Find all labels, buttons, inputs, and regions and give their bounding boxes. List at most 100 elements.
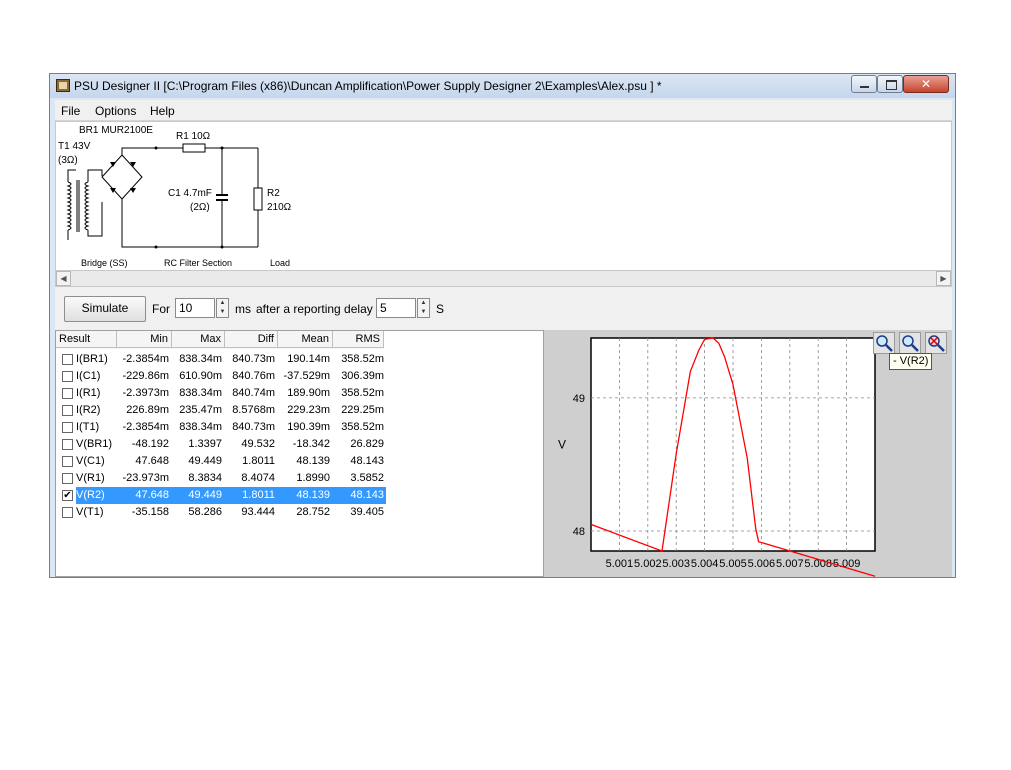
row-checkbox[interactable] [62,388,73,399]
table-row[interactable]: I(R1) -2.3973m 838.34m 840.74m 189.90m 358.52… [56,385,386,402]
simulate-button[interactable]: Simulate [64,296,146,322]
result-max: 49.449 [188,489,222,501]
result-rms: 26.829 [350,438,384,450]
series-tooltip: - V(R2) [889,353,933,370]
row-checkbox[interactable] [62,473,73,484]
result-min: -35.158 [131,506,169,518]
duration-input[interactable]: 10 [175,298,215,318]
result-mean: 189.90m [287,387,330,399]
table-row[interactable]: I(BR1) -2.3854m 838.34m 840.73m 190.14m 358.5… [56,351,386,368]
result-min: -2.3973m [122,387,169,399]
zoom-out-button[interactable] [899,332,921,354]
menu-help[interactable]: Help [150,104,175,118]
c1-resistance: (2Ω) [190,202,210,213]
chart-panel: 5.001 5.002 5.003 5.004 5.005 5.006 5.007 5.008… [544,330,952,577]
table-row[interactable]: I(R2) 226.89m 235.47m 8.5768m 229.23m 229.25m [56,402,386,419]
row-checkbox[interactable] [62,422,73,433]
result-rms: 39.405 [350,506,384,518]
result-rms: 48.143 [350,455,384,467]
bridge-label: BR1 MUR2100E [79,125,153,136]
result-name: V(BR1) [76,438,113,450]
close-button[interactable]: ✕ [903,75,949,93]
result-mean: 1.8990 [296,472,330,484]
result-rms: 48.143 [350,489,384,501]
simulation-controls: Simulate For 10 ▲ ▼ ms after a reporting … [55,287,952,330]
app-icon [56,79,70,92]
result-name: V(C1) [76,455,105,467]
result-min: 47.648 [135,455,169,467]
schematic-panel: BR1 MUR2100E T1 43V (3Ω) R1 10Ω C1 4.7mF… [55,121,952,271]
result-name: V(R1) [76,472,105,484]
delay-input[interactable]: 5 [376,298,416,318]
row-checkbox[interactable] [62,456,73,467]
menu-options[interactable]: Options [95,104,136,118]
delay-label: after a reporting delay of [256,302,387,316]
for-label: For [152,302,170,316]
table-row[interactable]: I(C1) -229.86m 610.90m 840.76m -37.529m 306.3… [56,368,386,385]
r1-label: R1 10Ω [176,131,211,142]
col-diff[interactable]: Diff [225,331,278,348]
result-diff: 8.5768m [232,404,275,416]
table-row[interactable]: V(T1) -35.158 58.286 93.444 28.752 39.405 [56,504,386,521]
duration-spinner[interactable]: ▲ ▼ [216,298,229,318]
maximize-button[interactable] [877,75,903,93]
result-diff: 840.76m [232,370,275,382]
result-max: 610.90m [179,370,222,382]
schematic-scrollbar[interactable]: ◀ ▶ [55,270,952,287]
load-section-label: Load [270,258,291,268]
result-max: 838.34m [179,353,222,365]
col-mean[interactable]: Mean [278,331,333,348]
delay-spinner[interactable]: ▲ ▼ [417,298,430,318]
close-icon: ✕ [920,77,932,91]
table-row[interactable]: I(T1) -2.3854m 838.34m 840.73m 190.39m 358.52… [56,419,386,436]
transformer-primary-coil [66,181,72,231]
results-table: Result Min Max Diff Mean RMS I(BR1) -2.38… [55,330,544,577]
table-row[interactable]: V(C1) 47.648 49.449 1.8011 48.139 48.143 [56,453,386,470]
y-tick-label: 49 [573,393,585,405]
spin-up-icon[interactable]: ▲ [217,299,228,308]
spin-down-icon[interactable]: ▼ [217,308,228,317]
result-diff: 840.73m [232,421,275,433]
result-max: 235.47m [179,404,222,416]
row-checkbox[interactable] [62,507,73,518]
result-name: V(R2) [76,489,105,501]
menu-file[interactable]: File [61,104,80,118]
result-rms: 229.25m [341,404,384,416]
zoom-out-icon [902,335,919,352]
row-checkbox[interactable] [62,371,73,382]
result-name: I(T1) [76,421,100,433]
spin-up-icon[interactable]: ▲ [418,299,429,308]
row-checkbox[interactable] [62,354,73,365]
x-tick-label: 5.004 [691,558,719,570]
col-min[interactable]: Min [117,331,172,348]
minimize-icon [860,86,869,88]
table-row[interactable]: V(BR1) -48.192 1.3397 49.532 -18.342 26.829 [56,436,386,453]
result-min: 47.648 [135,489,169,501]
zoom-reset-button[interactable] [925,332,947,354]
col-result[interactable]: Result [56,331,117,348]
result-mean: 229.23m [287,404,330,416]
table-row[interactable]: V(R1) -23.973m 8.3834 8.4074 1.8990 3.5852 [56,470,386,487]
col-rms[interactable]: RMS [333,331,384,348]
col-max[interactable]: Max [172,331,225,348]
result-min: -229.86m [122,370,169,382]
result-min: -23.973m [122,472,169,484]
x-tick-label: 5.006 [748,558,776,570]
result-min: -48.192 [131,438,169,450]
row-checkbox[interactable]: ✔ [62,490,73,501]
transformer-resistance: (3Ω) [58,155,78,166]
x-tick-label: 5.003 [662,558,690,570]
table-row[interactable]: ✔ V(R2) 47.648 49.449 1.8011 48.139 48.143 [56,487,386,504]
result-name: I(R1) [76,387,101,399]
row-checkbox[interactable] [62,439,73,450]
zoom-in-button[interactable] [873,332,895,354]
result-mean: 48.139 [296,489,330,501]
scroll-left-icon[interactable]: ◀ [56,271,71,286]
minimize-button[interactable] [851,75,877,93]
result-rms: 3.5852 [350,472,384,484]
row-checkbox[interactable] [62,405,73,416]
y-tick-label: 48 [573,526,585,538]
spin-down-icon[interactable]: ▼ [418,308,429,317]
scroll-right-icon[interactable]: ▶ [936,271,951,286]
result-rms: 358.52m [341,387,384,399]
